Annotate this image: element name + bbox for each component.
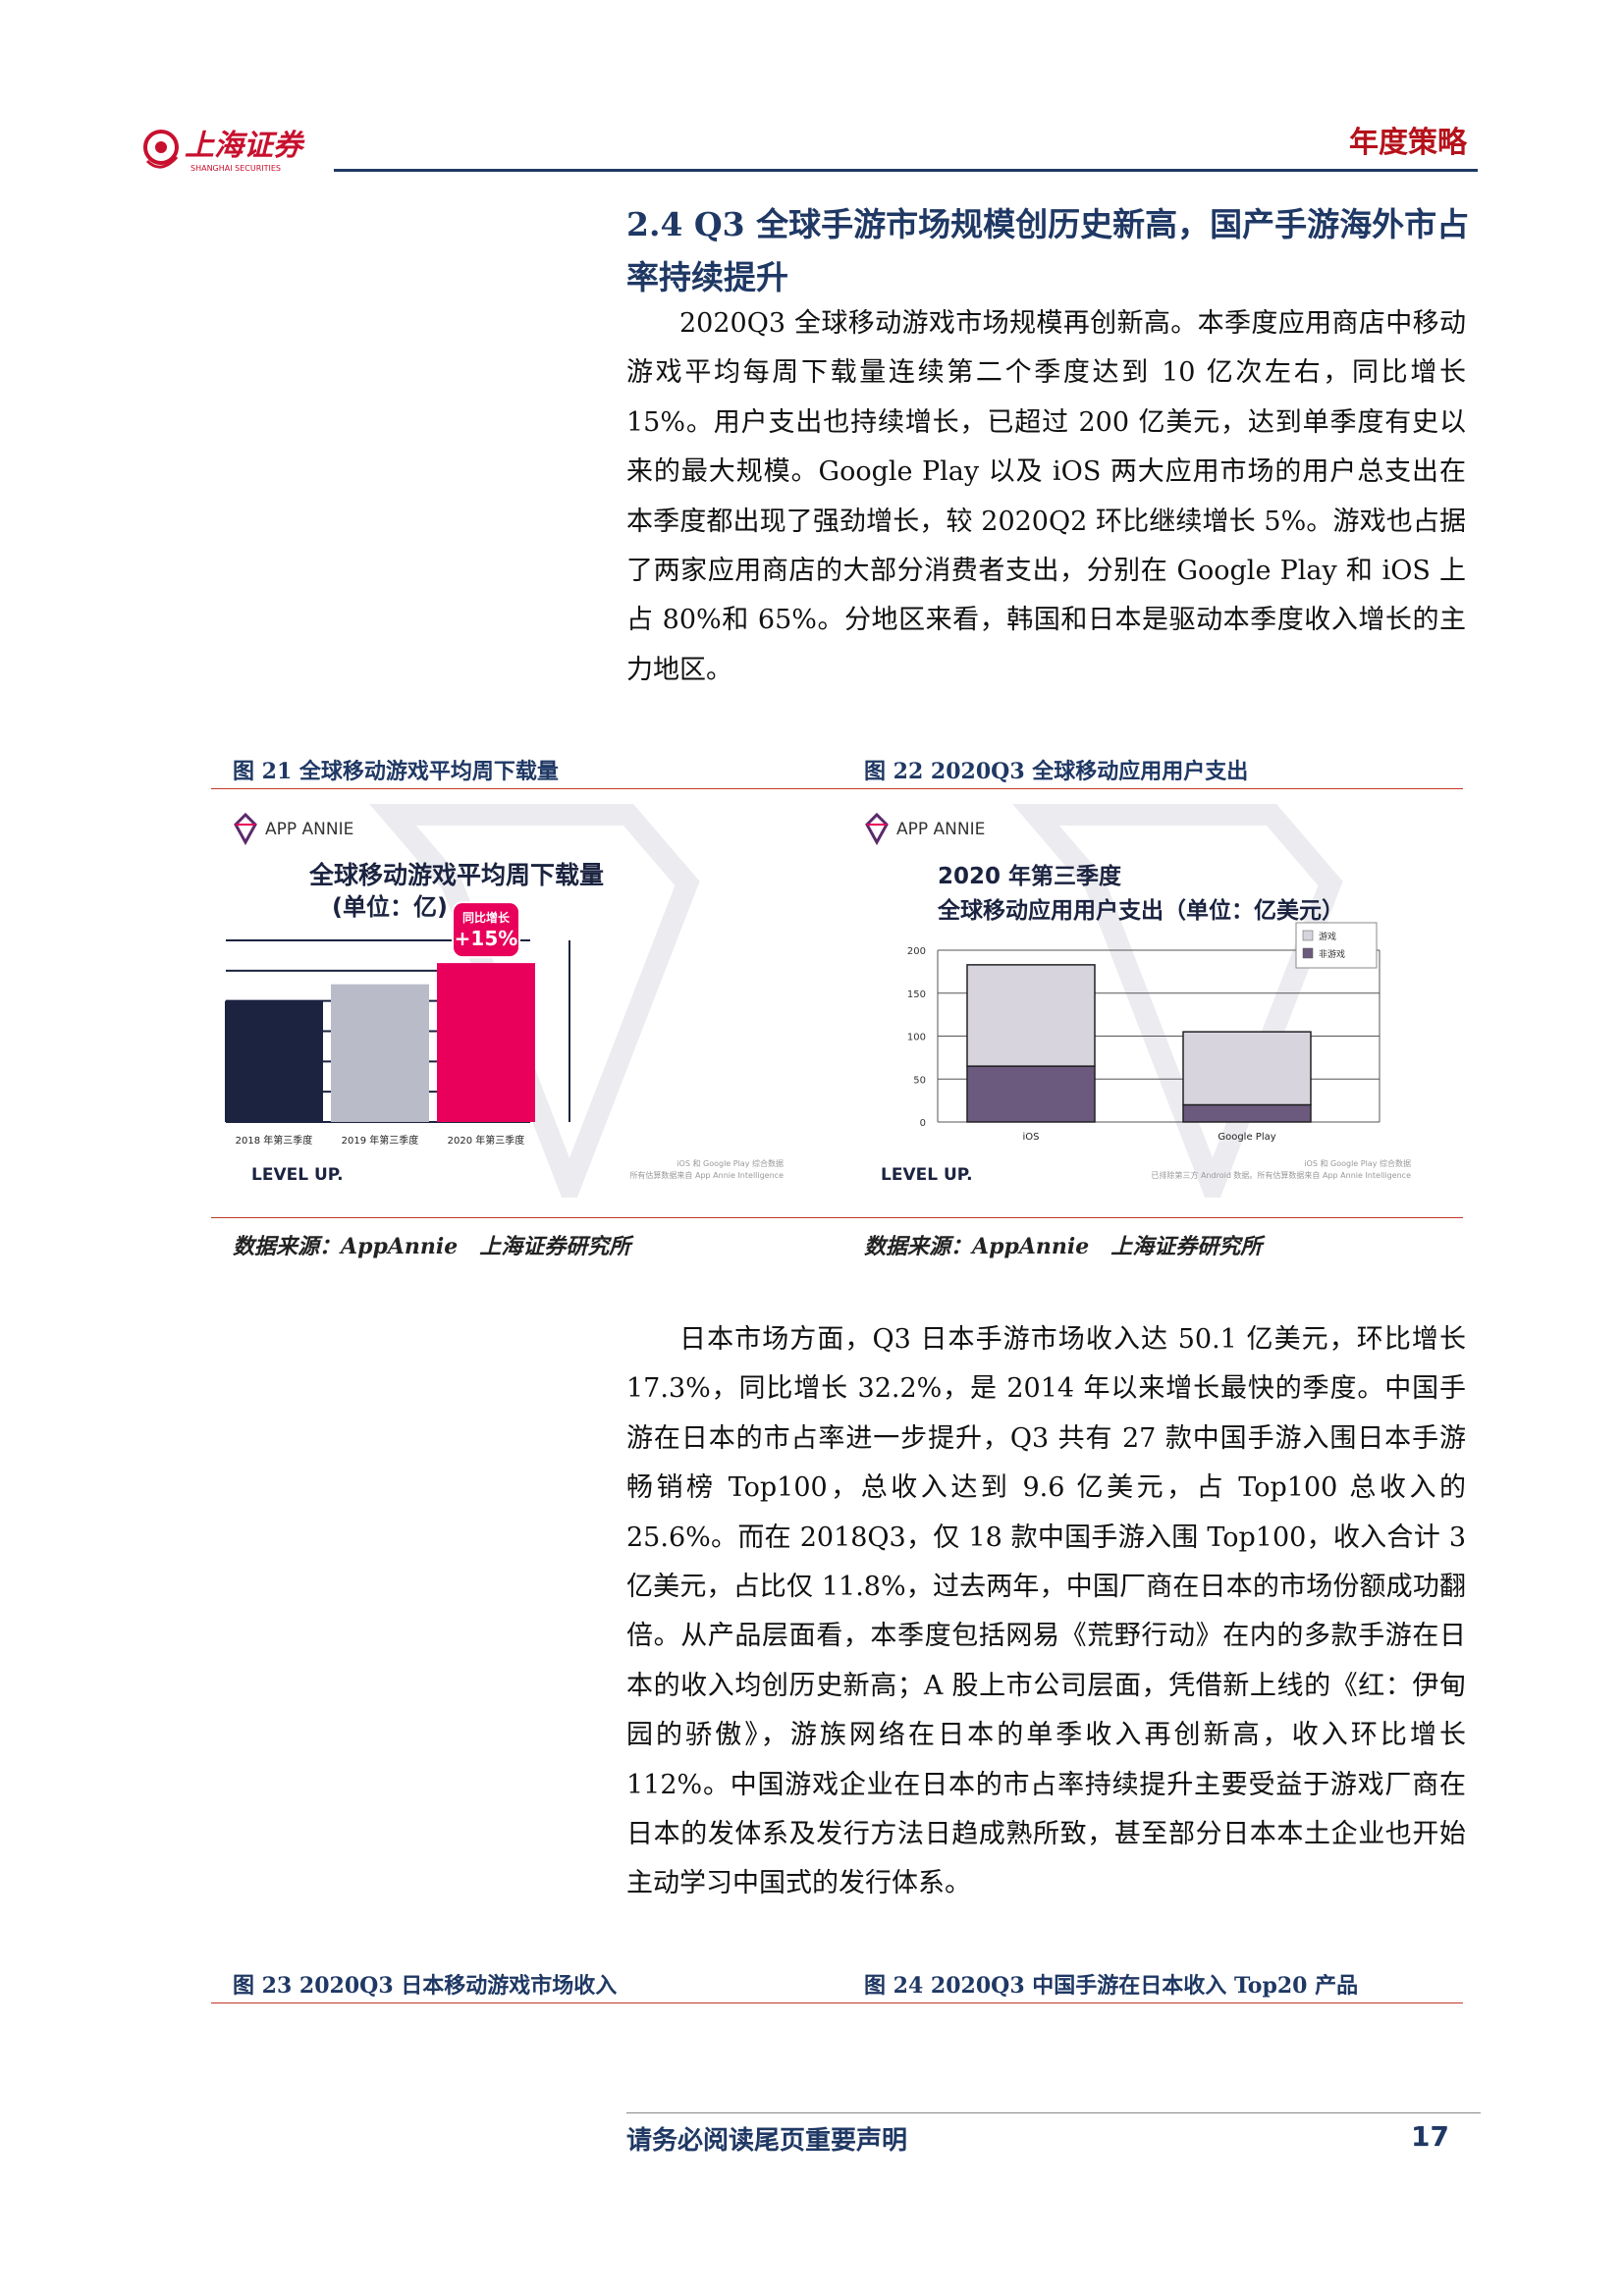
header-divider	[334, 169, 1478, 172]
logo-subtext: SHANGHAI SECURITIES	[190, 164, 281, 173]
figure-21-caption: 图 21 全球移动游戏平均周下载量	[233, 759, 559, 784]
chart-user-spending-svg: APP ANNIE 2020 年第三季度 全球移动应用用户支出（单位：亿美元） …	[865, 804, 1411, 1198]
chart22-footnote-1: iOS 和 Google Play 综合数据	[1304, 1158, 1411, 1168]
figure-lower-rule	[211, 2002, 1463, 2003]
figure-23-caption: 图 23 2020Q3 日本移动游戏市场收入	[233, 1973, 618, 1999]
chart22-x-label: Google Play	[1218, 1132, 1275, 1143]
figure-bottom-rule	[211, 1217, 1463, 1218]
chart21-bar	[437, 963, 535, 1122]
figure-22-source: 数据来源：AppAnnie 上海证券研究所	[864, 1234, 1263, 1259]
chart21-x-label: 2019 年第三季度	[342, 1134, 419, 1147]
disclaimer-note: 请务必阅读尾页重要声明	[626, 2126, 908, 2156]
chart21-x-label: 2020 年第三季度	[448, 1134, 525, 1147]
chart-weekly-downloads-svg: APP ANNIE 全球移动游戏平均周下载量 (单位：亿) 024681012 …	[225, 804, 784, 1198]
chart22-subtitle: 全球移动应用用户支出（单位：亿美元）	[937, 897, 1344, 924]
figure-21-source: 数据来源：AppAnnie 上海证券研究所	[233, 1234, 631, 1259]
chart21-footnote-2: 所有估算数据来自 App Annie Intelligence	[629, 1170, 784, 1180]
chart21-subtitle: (单位：亿)	[332, 893, 448, 921]
logo-text: 上海证券	[185, 129, 305, 163]
chart21-tagline: LEVEL UP.	[251, 1165, 344, 1185]
app-annie-logo-icon	[865, 812, 889, 846]
page-number: 17	[1411, 2120, 1449, 2153]
chart22-legend-swatch	[1302, 930, 1314, 941]
body-paragraph-2: 日本市场方面，Q3 日本手游市场收入达 50.1 亿美元，环比增长 17.3%，…	[626, 1324, 1466, 1899]
chart22-y-tick: 50	[913, 1075, 926, 1086]
chart22-footnote-2: 已排除第三方 Android 数据。所有估算数据来自 App Annie Int…	[1151, 1170, 1411, 1180]
body-paragraph-1: 2020Q3 全球移动游戏市场规模再创新高。本季度应用商店中移动游戏平均每周下载…	[626, 308, 1466, 685]
logo-mark-icon: 上海证券 SHANGHAI SECURITIES	[143, 129, 305, 173]
figure-24-caption: 图 24 2020Q3 中国手游在日本收入 Top20 产品	[864, 1973, 1359, 1999]
chart22-bar-segment	[966, 1065, 1096, 1123]
chart22-bar-segment	[1182, 1031, 1312, 1106]
chart22-legend-swatch	[1302, 947, 1314, 959]
chart22-legend-box	[1295, 922, 1378, 969]
chart22-y-tick: 200	[907, 946, 926, 957]
chart21-badge-label: 同比增长	[462, 910, 511, 925]
chart22-legend-label: 非游戏	[1319, 948, 1345, 960]
chart22-bar-segment	[966, 964, 1096, 1067]
chart-user-spending: APP ANNIE 2020 年第三季度 全球移动应用用户支出（单位：亿美元） …	[849, 795, 1458, 1198]
chart21-title: 全球移动游戏平均周下载量	[308, 861, 604, 889]
chart22-legend-label: 游戏	[1319, 931, 1336, 942]
chart22-x-label: iOS	[1023, 1132, 1040, 1143]
chart21-growth-badge: 同比增长 +15%	[452, 901, 520, 959]
chart22-y-tick: 0	[920, 1118, 926, 1129]
chart21-badge-value: +15%	[455, 927, 518, 950]
chart22-tagline: LEVEL UP.	[881, 1165, 973, 1185]
chart21-bar	[331, 984, 429, 1122]
figure-top-rule	[211, 788, 1463, 789]
chart22-y-tick: 150	[907, 989, 926, 1000]
chart22-title: 2020 年第三季度	[938, 863, 1122, 889]
company-logo: 上海证券 SHANGHAI SECURITIES	[139, 118, 355, 177]
chart21-bar	[225, 1000, 323, 1122]
chart22-bar-segment	[1182, 1103, 1312, 1123]
section-title: 2.4 Q3 全球手游市场规模创历史新高，国产手游海外市占率持续提升	[626, 205, 1470, 296]
chart22-brand: APP ANNIE	[896, 820, 985, 839]
chart21-brand: APP ANNIE	[265, 820, 353, 839]
app-annie-logo-icon	[234, 812, 257, 846]
chart22-legend: 游戏非游戏	[1295, 922, 1378, 969]
chart21-footnote-1: iOS 和 Google Play 综合数据	[677, 1158, 784, 1168]
figure-22-caption: 图 22 2020Q3 全球移动应用用户支出	[864, 759, 1249, 784]
chart-weekly-downloads: APP ANNIE 全球移动游戏平均周下载量 (单位：亿) 024681012 …	[216, 795, 805, 1198]
chart22-y-tick: 100	[907, 1033, 926, 1043]
footer-divider	[626, 2112, 1481, 2113]
report-category: 年度策略	[1349, 126, 1467, 160]
chart21-x-label: 2018 年第三季度	[236, 1134, 313, 1147]
